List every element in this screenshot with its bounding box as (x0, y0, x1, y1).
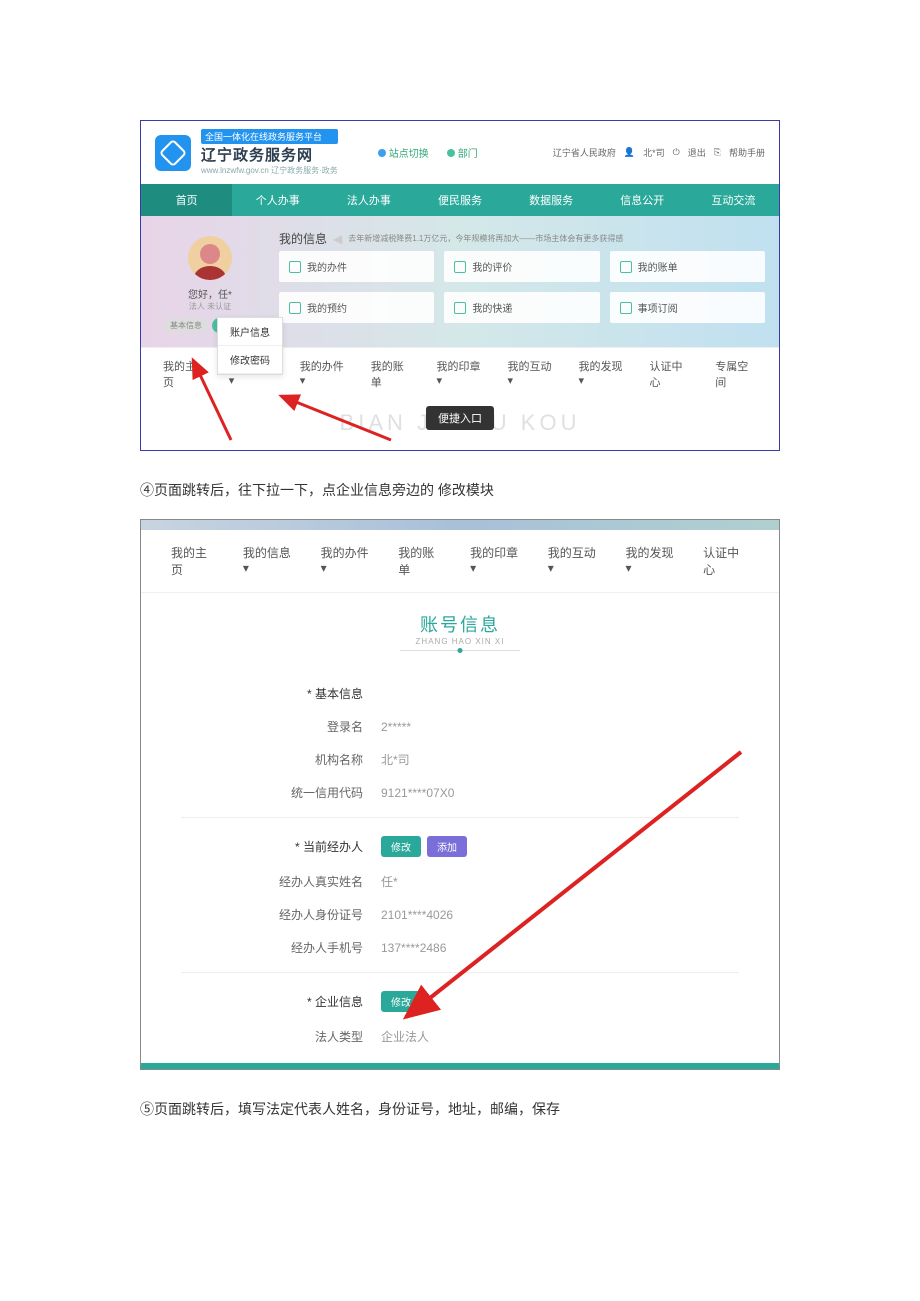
agent-id-label: 经办人身份证号 (181, 906, 381, 923)
subnav-auth[interactable]: 认证中心 (642, 358, 700, 390)
basic-info-button[interactable]: 基本信息 (164, 318, 208, 333)
subnav-myinteract[interactable]: 我的互动▾ (500, 358, 563, 390)
site-subtitle: www.lnzwfw.gov.cn 辽宁政务服务·政务 (201, 165, 338, 176)
subnav2-auth[interactable]: 认证中心 (693, 544, 759, 578)
avatar-icon (188, 236, 232, 280)
card-my-appts[interactable]: 我的预约 (279, 292, 434, 323)
header-right: 辽宁省人民政府 👤 北*司 ⏻ 退出 ⎘ 帮助手册 (553, 146, 765, 159)
news-ticker: 去年新增减税降费1.1万亿元，今年规模将再加大——市场主体会有更多获得感 (348, 233, 623, 244)
subnav2-mycases[interactable]: 我的办件▾ (311, 544, 383, 578)
delivery-icon (454, 302, 466, 314)
agent-name-value: 任* (381, 873, 398, 890)
sub-nav-2: 我的主页 我的信息▾ 我的办件▾ 我的账单 我的印章▾ 我的互动▾ 我的发现▾ … (141, 530, 779, 593)
dot-icon (447, 149, 455, 157)
card-my-reviews[interactable]: 我的评价 (444, 251, 599, 282)
subnav2-home[interactable]: 我的主页 (161, 544, 227, 578)
site-logo-icon (155, 135, 191, 171)
my-info-heading: 我的信息 (279, 230, 327, 247)
info-panel: 我的信息 ◀ 去年新增减税降费1.1万亿元，今年规模将再加大——市场主体会有更多… (279, 230, 765, 333)
credit-label: 统一信用代码 (181, 784, 381, 801)
screenshot-2: 我的主页 我的信息▾ 我的办件▾ 我的账单 我的印章▾ 我的互动▾ 我的发现▾ … (140, 519, 780, 1070)
annotation-arrow-2 (271, 390, 401, 450)
ent-type-label: 法人类型 (181, 1028, 381, 1045)
card-my-delivery[interactable]: 我的快递 (444, 292, 599, 323)
site-title-block: 全国一体化在线政务服务平台 辽宁政务服务网 www.lnzwfw.gov.cn … (201, 129, 338, 176)
nav-home[interactable]: 首页 (141, 184, 232, 216)
login-label: 登录名 (181, 718, 381, 735)
account-info-title: 账号信息 ZHANG HAO XIN XI (141, 611, 779, 651)
gov-link[interactable]: 辽宁省人民政府 (553, 146, 616, 159)
agent-add-button[interactable]: 添加 (427, 836, 467, 857)
card-my-subs[interactable]: 事项订阅 (610, 292, 765, 323)
title-divider (400, 650, 520, 651)
subnav-mydiscover[interactable]: 我的发现▾ (571, 358, 634, 390)
header-switches: 站点切换 部门 (378, 145, 478, 160)
switch-site-link[interactable]: 站点切换 (378, 145, 429, 160)
logout-link[interactable]: 退出 (688, 146, 706, 159)
section-enterprise: * 企业信息 (181, 993, 381, 1010)
nav-info[interactable]: 信息公开 (597, 184, 688, 216)
card-my-bills[interactable]: 我的账单 (610, 251, 765, 282)
nav-data[interactable]: 数据服务 (506, 184, 597, 216)
subnav2-mydiscover[interactable]: 我的发现▾ (615, 544, 687, 578)
ent-type-value: 企业法人 (381, 1028, 429, 1045)
nav-interact[interactable]: 互动交流 (688, 184, 779, 216)
review-icon (454, 261, 466, 273)
instruction-4: ④页面跳转后，往下拉一下，点企业信息旁边的 修改模块 (140, 479, 780, 501)
title-pinyin: ZHANG HAO XIN XI (141, 637, 779, 646)
prev-icon[interactable]: ◀ (333, 232, 342, 246)
subnav2-myinteract[interactable]: 我的互动▾ (538, 544, 610, 578)
greeting-sub: 法人 未认证 (155, 301, 265, 312)
decorative-bar (141, 520, 779, 530)
subnav2-mybills[interactable]: 我的账单 (388, 544, 454, 578)
help-icon: ⎘ (714, 147, 721, 158)
logout-icon: ⏻ (673, 147, 680, 158)
subnav-myseal[interactable]: 我的印章▾ (429, 358, 492, 390)
subnav2-myinfo[interactable]: 我的信息▾ (233, 544, 305, 578)
greeting: 您好，任* (155, 286, 265, 301)
site-header: 全国一体化在线政务服务平台 辽宁政务服务网 www.lnzwfw.gov.cn … (141, 121, 779, 184)
org-label: 机构名称 (181, 751, 381, 768)
platform-banner: 全国一体化在线政务服务平台 (201, 129, 338, 144)
bill-icon (620, 261, 632, 273)
dropdown-account-info[interactable]: 账户信息 (218, 318, 282, 346)
help-link[interactable]: 帮助手册 (729, 146, 765, 159)
section-basic-info: * 基本信息 (181, 685, 381, 702)
subs-icon (620, 302, 632, 314)
agent-id-value: 2101****4026 (381, 908, 453, 922)
user-icon: 👤 (624, 147, 635, 158)
current-user: 北*司 (643, 146, 665, 159)
agent-phone-label: 经办人手机号 (181, 939, 381, 956)
dept-link[interactable]: 部门 (447, 145, 478, 160)
card-my-cases[interactable]: 我的办件 (279, 251, 434, 282)
appt-icon (289, 302, 301, 314)
footer-area: BIAN JIE RU KOU 便捷入口 (141, 400, 779, 450)
instruction-5: ⑤页面跳转后，填写法定代表人姓名，身份证号，地址，邮编，保存 (140, 1098, 780, 1120)
main-nav: 首页 个人办事 法人办事 便民服务 数据服务 信息公开 互动交流 (141, 184, 779, 216)
nav-legal[interactable]: 法人办事 (323, 184, 414, 216)
nav-personal[interactable]: 个人办事 (232, 184, 323, 216)
case-icon (289, 261, 301, 273)
agent-name-label: 经办人真实姓名 (181, 873, 381, 890)
subnav-mycases[interactable]: 我的办件▾ (292, 358, 355, 390)
org-value: 北*司 (381, 751, 410, 768)
agent-phone-value: 137****2486 (381, 941, 446, 955)
bottom-bar (141, 1063, 779, 1069)
nav-convenience[interactable]: 便民服务 (414, 184, 505, 216)
screenshot-1: 全国一体化在线政务服务平台 辽宁政务服务网 www.lnzwfw.gov.cn … (140, 120, 780, 451)
enterprise-modify-button[interactable]: 修改 (381, 991, 421, 1012)
subnav2-myseal[interactable]: 我的印章▾ (460, 544, 532, 578)
title-text: 账号信息 (141, 611, 779, 637)
subnav-mybills[interactable]: 我的账单 (363, 358, 421, 390)
subnav-space[interactable]: 专属空间 (707, 358, 765, 390)
credit-value: 9121****07X0 (381, 786, 454, 800)
agent-modify-button[interactable]: 修改 (381, 836, 421, 857)
quick-entry-badge: 便捷入口 (426, 406, 494, 430)
account-form: * 基本信息 登录名 2***** 机构名称 北*司 统一信用代码 9121**… (141, 657, 779, 1063)
site-title: 辽宁政务服务网 (201, 144, 338, 165)
login-value: 2***** (381, 720, 411, 734)
dot-icon (378, 149, 386, 157)
annotation-arrow-1 (181, 350, 261, 450)
section-agent: * 当前经办人 (181, 838, 381, 855)
